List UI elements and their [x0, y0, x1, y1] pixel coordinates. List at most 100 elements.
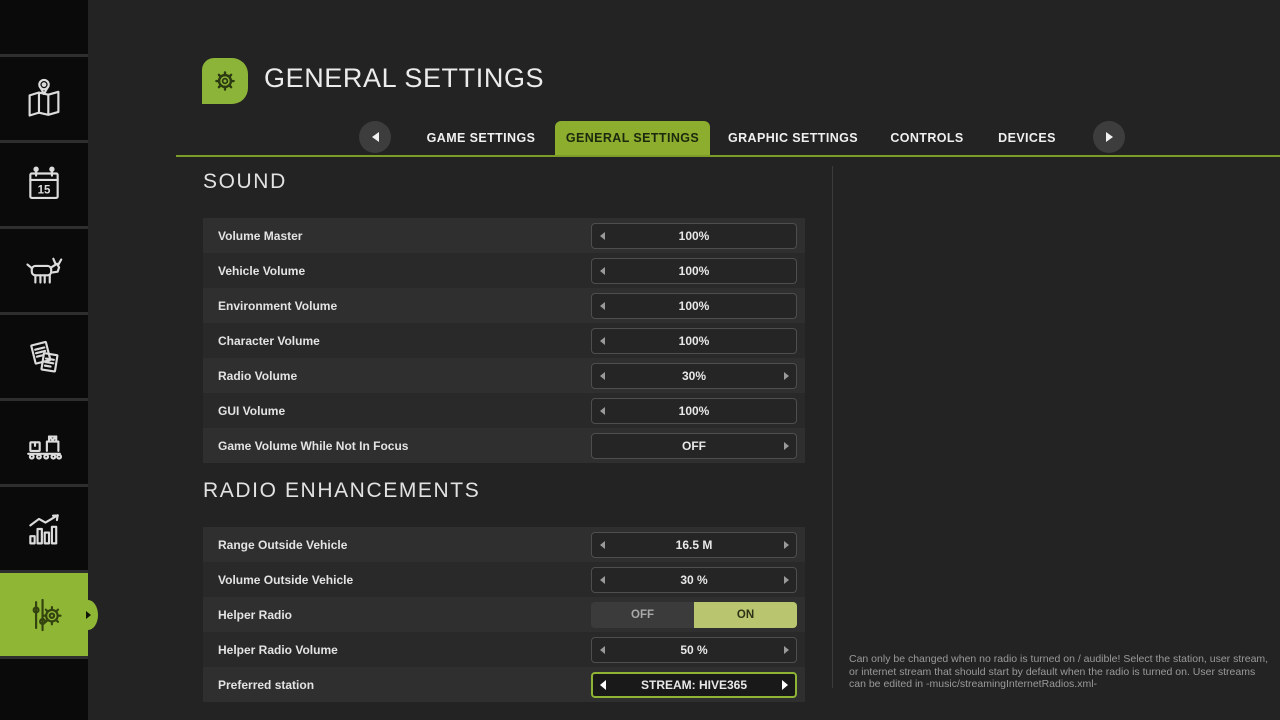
active-tab-notch [78, 600, 98, 630]
value-stepper[interactable]: STREAM: HIVE365 [591, 672, 797, 698]
value-stepper[interactable]: 30 % [591, 567, 797, 593]
settings-row: Preferred station STREAM: HIVE365 [203, 667, 805, 702]
decrease-arrow-icon[interactable] [592, 399, 612, 423]
settings-row: Environment Volume 100% [203, 288, 805, 323]
vertical-divider [832, 166, 833, 688]
setting-value: 30 % [592, 568, 796, 592]
settings-row: Game Volume While Not In Focus OFF [203, 428, 805, 463]
prev-tab-button[interactable] [359, 121, 391, 153]
settings-row: Helper Radio OFFON [203, 597, 805, 632]
decrease-arrow-icon[interactable] [592, 568, 612, 592]
tab-general-settings[interactable]: GENERAL SETTINGS [555, 121, 710, 155]
calendar-icon: 15 [21, 162, 67, 208]
toggle-control: OFFON [591, 602, 797, 628]
settings-row: Character Volume 100% [203, 323, 805, 358]
setting-label: Volume Master [203, 229, 302, 243]
toggle-on-button[interactable]: ON [694, 602, 797, 628]
value-stepper[interactable]: 30% [591, 363, 797, 389]
setting-value: STREAM: HIVE365 [593, 674, 795, 696]
help-text: Can only be changed when no radio is tur… [849, 653, 1273, 691]
setting-label: Helper Radio Volume [203, 643, 338, 657]
next-tab-button[interactable] [1093, 121, 1125, 153]
sidebar-item-statistics[interactable] [0, 487, 88, 573]
sidebar-item-animals[interactable] [0, 229, 88, 315]
production-icon [21, 420, 67, 466]
settings-rows: Range Outside Vehicle 16.5 M Volume Outsid… [203, 527, 805, 702]
settings-row: Volume Master 100% [203, 218, 805, 253]
sidebar-item-map[interactable] [0, 57, 88, 143]
setting-label: Game Volume While Not In Focus [203, 439, 408, 453]
setting-value: 100% [592, 224, 796, 248]
decrease-arrow-icon[interactable] [592, 259, 612, 283]
chevron-right-icon [1106, 132, 1113, 142]
increase-arrow-icon[interactable] [776, 434, 796, 458]
value-stepper[interactable]: 100% [591, 258, 797, 284]
page-title: GENERAL SETTINGS [264, 63, 544, 94]
decrease-arrow-icon[interactable] [592, 364, 612, 388]
increase-arrow-icon[interactable] [776, 568, 796, 592]
settings-row: Helper Radio Volume 50 % [203, 632, 805, 667]
value-stepper[interactable]: OFF [591, 433, 797, 459]
value-stepper[interactable]: 50 % [591, 637, 797, 663]
decrease-arrow-icon[interactable] [592, 533, 612, 557]
setting-label: Environment Volume [203, 299, 337, 313]
value-stepper[interactable]: 100% [591, 398, 797, 424]
settings-row: Radio Volume 30% [203, 358, 805, 393]
tab-underline [176, 155, 1280, 157]
setting-label: Character Volume [203, 334, 320, 348]
setting-value: OFF [592, 434, 796, 458]
value-stepper[interactable]: 100% [591, 328, 797, 354]
increase-arrow-icon[interactable] [775, 674, 795, 696]
setting-label: Helper Radio [203, 608, 292, 622]
decrease-arrow-icon[interactable] [593, 674, 613, 696]
sidebar-tile-empty [0, 659, 88, 720]
increase-arrow-icon[interactable] [776, 364, 796, 388]
setting-value: 100% [592, 259, 796, 283]
toggle-off-button[interactable]: OFF [591, 602, 694, 628]
increase-arrow-icon[interactable] [776, 638, 796, 662]
value-stepper[interactable]: 16.5 M [591, 532, 797, 558]
decrease-arrow-icon[interactable] [592, 638, 612, 662]
setting-label: Volume Outside Vehicle [203, 573, 353, 587]
sidebar-item-calendar[interactable]: 15 [0, 143, 88, 229]
setting-value: 100% [592, 399, 796, 423]
setting-value: 100% [592, 294, 796, 318]
setting-value: 30% [592, 364, 796, 388]
gear-icon [202, 58, 248, 104]
map-icon [21, 76, 67, 122]
tab-controls[interactable]: CONTROLS [877, 121, 977, 155]
increase-arrow-icon[interactable] [776, 533, 796, 557]
tab-graphic-settings[interactable]: GRAPHIC SETTINGS [718, 121, 868, 155]
setting-value: 50 % [592, 638, 796, 662]
sidebar-item-contracts[interactable] [0, 315, 88, 401]
section-title: RADIO ENHANCEMENTS [203, 477, 805, 505]
section-title: SOUND [203, 168, 805, 196]
setting-label: Vehicle Volume [203, 264, 305, 278]
sidebar-tile-empty [0, 0, 88, 57]
sidebar: 15 [0, 0, 88, 720]
tab-devices[interactable]: DEVICES [987, 121, 1067, 155]
chevron-right-icon [86, 611, 91, 619]
value-stepper[interactable]: 100% [591, 293, 797, 319]
decrease-arrow-icon[interactable] [592, 294, 612, 318]
setting-label: Radio Volume [203, 369, 297, 383]
sidebar-item-production[interactable] [0, 401, 88, 487]
sidebar-item-settings[interactable] [0, 573, 88, 659]
chevron-left-icon [372, 132, 379, 142]
decrease-arrow-icon[interactable] [592, 329, 612, 353]
settings-icon [21, 592, 67, 638]
contracts-icon [21, 334, 67, 380]
value-stepper[interactable]: 100% [591, 223, 797, 249]
setting-label: Preferred station [203, 678, 314, 692]
settings-row: Vehicle Volume 100% [203, 253, 805, 288]
statistics-icon [21, 506, 67, 552]
setting-label: GUI Volume [203, 404, 285, 418]
settings-panel: SOUND Volume Master 100% Vehicle Volume 100%… [203, 168, 805, 716]
svg-text:15: 15 [38, 184, 51, 196]
setting-value: 16.5 M [592, 533, 796, 557]
settings-row: Range Outside Vehicle 16.5 M [203, 527, 805, 562]
settings-row: GUI Volume 100% [203, 393, 805, 428]
decrease-arrow-icon[interactable] [592, 224, 612, 248]
setting-label: Range Outside Vehicle [203, 538, 347, 552]
tab-game-settings[interactable]: GAME SETTINGS [411, 121, 551, 155]
